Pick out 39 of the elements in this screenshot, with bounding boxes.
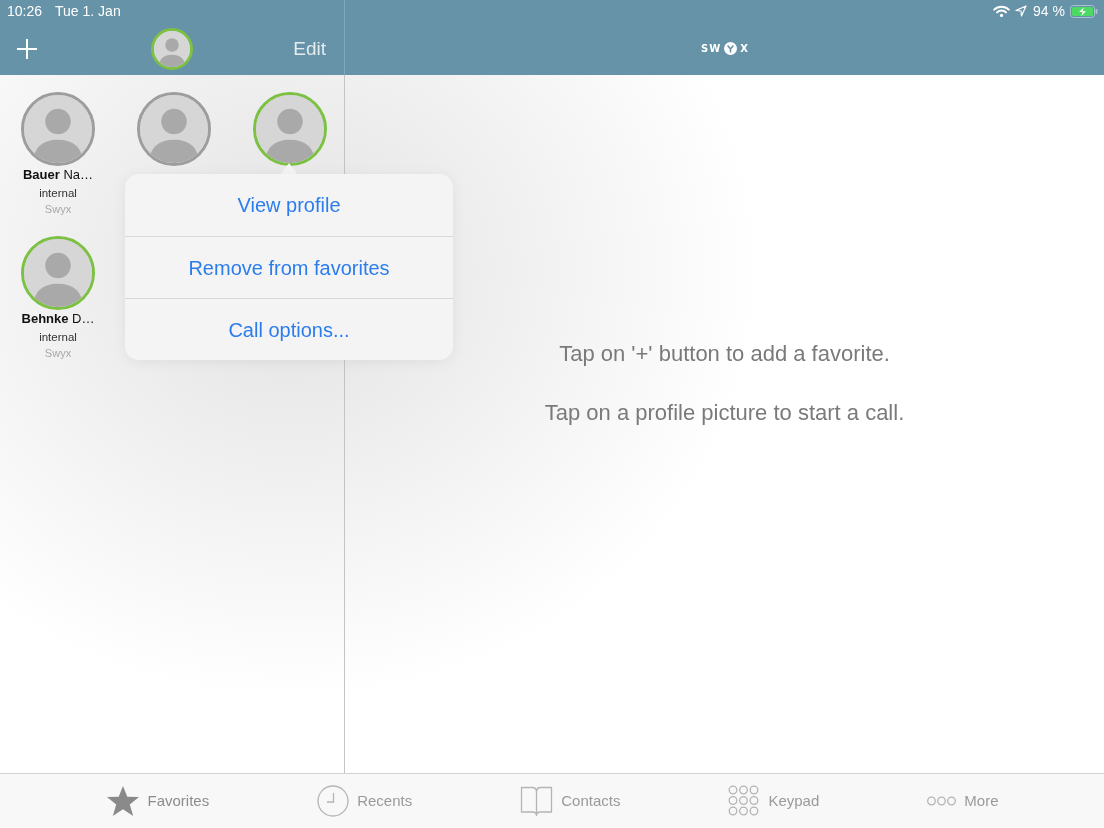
person-silhouette-icon — [24, 239, 92, 307]
edit-button[interactable]: Edit — [293, 37, 326, 60]
tab-button[interactable]: Favorites — [105, 785, 210, 817]
star-icon — [105, 785, 140, 817]
logo-text: SW — [701, 42, 722, 55]
person-silhouette-icon — [154, 30, 190, 67]
person-silhouette-icon — [24, 95, 92, 163]
contact-name: Behnke D… — [21, 311, 95, 327]
plus-icon — [16, 37, 38, 60]
contact-source: Swyx — [44, 346, 72, 361]
person-silhouette-icon — [140, 95, 208, 163]
contact-type: internal — [39, 330, 77, 345]
contact-name: Bauer Na… — [22, 167, 94, 183]
add-button[interactable] — [16, 37, 38, 60]
menu-item[interactable]: View profile — [125, 174, 453, 236]
menu-item[interactable]: Call options... — [125, 298, 453, 360]
location-arrow-icon — [1015, 5, 1028, 17]
wifi-icon — [993, 5, 1011, 17]
battery-percentage: 94 % — [1033, 3, 1065, 19]
open-book-icon — [520, 785, 554, 817]
battery-charging-icon — [1070, 4, 1098, 18]
status-time: 10:26 — [7, 3, 43, 19]
person-silhouette-icon — [256, 95, 324, 163]
keypad-icon — [728, 785, 761, 817]
logo-text: X — [740, 42, 748, 55]
hint-text: Tap on a profile picture to start a call. — [544, 400, 905, 426]
logo-mark-icon — [724, 42, 738, 55]
tab-button[interactable]: More — [927, 792, 999, 810]
contact-source: Swyx — [44, 202, 72, 217]
profile-avatar[interactable] — [151, 27, 193, 70]
more-dots-icon — [927, 796, 957, 806]
tab-button[interactable]: Recents — [317, 785, 413, 817]
tab-button[interactable]: Contacts — [520, 785, 621, 817]
tab-button[interactable]: Keypad — [728, 785, 820, 817]
hint-text: Tap on '+' button to add a favorite. — [559, 341, 890, 367]
clock-icon — [317, 785, 350, 817]
menu-item[interactable]: Remove from favorites — [125, 236, 453, 298]
contact-type: internal — [39, 186, 77, 201]
status-date: Tue 1. Jan — [55, 3, 121, 19]
